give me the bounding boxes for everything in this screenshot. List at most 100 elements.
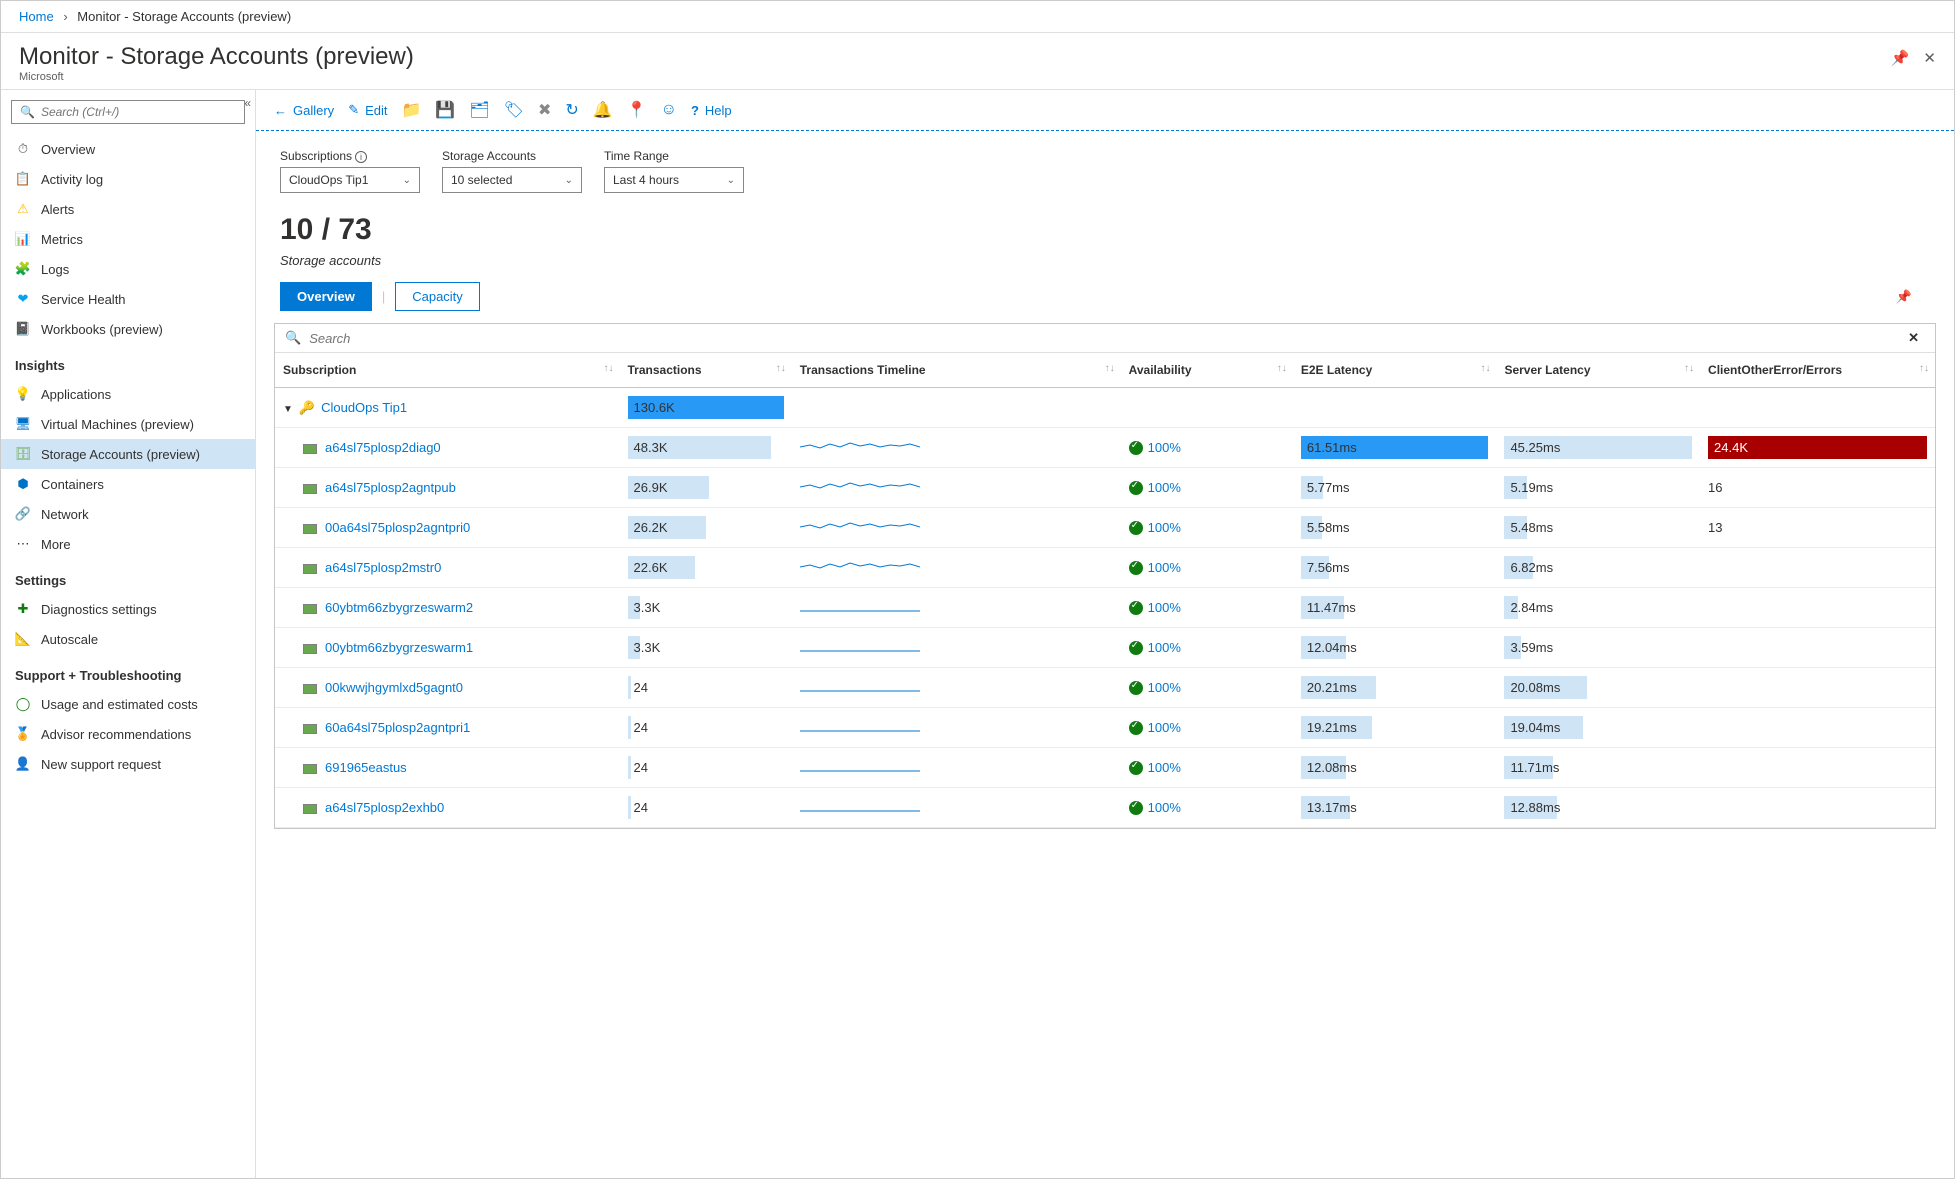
sidebar-item-activity-log[interactable]: 📋Activity log <box>1 164 255 194</box>
help-button[interactable]: ?Help <box>691 103 732 118</box>
storage-account-link[interactable]: a64sl75plosp2diag0 <box>325 440 441 455</box>
sidebar-item-diagnostics-settings[interactable]: ✚Diagnostics settings <box>1 594 255 624</box>
nav-icon: 📐 <box>15 631 31 647</box>
sidebar-item-label: Containers <box>41 477 104 492</box>
column-label: E2E Latency <box>1301 363 1372 377</box>
sidebar-item-autoscale[interactable]: 📐Autoscale <box>1 624 255 654</box>
info-icon[interactable]: i <box>355 151 367 163</box>
column-header[interactable]: E2E Latency ↑↓ <box>1293 353 1497 388</box>
section-settings: Settings <box>1 559 255 594</box>
cell-errors: 16 <box>1708 480 1722 495</box>
grid-search-input[interactable] <box>309 331 1902 346</box>
sort-icon[interactable]: ↑↓ <box>1277 363 1287 374</box>
table-group-row[interactable]: ▼🔑CloudOps Tip1130.6K <box>275 388 1935 428</box>
cell-availability[interactable]: 100% <box>1148 720 1181 735</box>
sidebar-item-overview[interactable]: ⏱Overview <box>1 134 255 164</box>
pin-toolbar-icon[interactable]: 📍 <box>627 100 647 120</box>
sort-icon[interactable]: ↑↓ <box>604 363 614 374</box>
storage-account-link[interactable]: 00ybtm66zbygrzeswarm1 <box>325 640 473 655</box>
feedback-icon[interactable]: ☺ <box>661 101 677 119</box>
cell-availability[interactable]: 100% <box>1148 480 1181 495</box>
search-icon: 🔍 <box>20 105 35 119</box>
pin-icon[interactable]: 📌 <box>1891 49 1910 67</box>
refresh-icon[interactable]: ↻ <box>565 100 578 120</box>
sparkline <box>800 519 920 533</box>
tag-icon[interactable]: 🏷 <box>504 100 524 120</box>
group-name[interactable]: CloudOps Tip1 <box>321 400 407 415</box>
tab-capacity[interactable]: Capacity <box>395 282 480 311</box>
tab-overview[interactable]: Overview <box>280 282 372 311</box>
column-label: ClientOtherError/Errors <box>1708 363 1842 377</box>
cell-availability[interactable]: 100% <box>1148 640 1181 655</box>
sort-icon[interactable]: ↑↓ <box>1480 363 1490 374</box>
sidebar-item-logs[interactable]: 🧩Logs <box>1 254 255 284</box>
column-label: Subscription <box>283 363 356 377</box>
cell-availability[interactable]: 100% <box>1148 520 1181 535</box>
cell-transactions: 130.6K <box>634 400 675 415</box>
cell-server-latency: 5.19ms <box>1510 480 1553 495</box>
sidebar-item-virtual-machines-preview-[interactable]: 🖥Virtual Machines (preview) <box>1 409 255 439</box>
sidebar-item-metrics[interactable]: 📊Metrics <box>1 224 255 254</box>
storage-account-link[interactable]: 00a64sl75plosp2agntpri0 <box>325 520 470 535</box>
storage-account-link[interactable]: 00kwwjhgymlxd5gagnt0 <box>325 680 463 695</box>
sort-icon[interactable]: ↑↓ <box>776 363 786 374</box>
notify-icon[interactable]: 🔔 <box>593 100 613 120</box>
sidebar-item-applications[interactable]: 💡Applications <box>1 379 255 409</box>
cell-server-latency: 45.25ms <box>1510 440 1560 455</box>
clear-search-icon[interactable]: ✕ <box>1902 330 1925 346</box>
nav-icon: ⚠ <box>15 201 31 217</box>
column-header[interactable]: Availability↑↓ <box>1121 353 1293 388</box>
edit-button[interactable]: ✎Edit <box>348 102 387 118</box>
sort-icon[interactable]: ↑↓ <box>1105 363 1115 374</box>
discard-icon[interactable]: ✖ <box>538 100 551 120</box>
cell-availability[interactable]: 100% <box>1148 440 1181 455</box>
storage-account-link[interactable]: 60a64sl75plosp2agntpri1 <box>325 720 470 735</box>
sidebar-collapse-icon[interactable]: « <box>244 96 251 110</box>
sidebar-search-input[interactable] <box>41 105 236 119</box>
column-header[interactable]: Transactions↑↓ <box>620 353 792 388</box>
storage-account-link[interactable]: a64sl75plosp2exhb0 <box>325 800 444 815</box>
storage-account-link[interactable]: a64sl75plosp2mstr0 <box>325 560 441 575</box>
cell-availability[interactable]: 100% <box>1148 800 1181 815</box>
open-icon[interactable]: 📁 <box>402 100 422 120</box>
close-icon[interactable]: ✕ <box>1923 49 1936 67</box>
column-header[interactable]: Server Latency↑↓ <box>1496 353 1700 388</box>
gallery-button[interactable]: ←Gallery <box>274 103 334 118</box>
sidebar-item-more[interactable]: ⋯More <box>1 529 255 559</box>
sparkline <box>800 599 920 613</box>
storage-accounts-select[interactable]: 10 selected⌄ <box>442 167 582 193</box>
cell-availability[interactable]: 100% <box>1148 560 1181 575</box>
storage-account-link[interactable]: a64sl75plosp2agntpub <box>325 480 456 495</box>
storage-account-link[interactable]: 60ybtm66zbygrzeswarm2 <box>325 600 473 615</box>
sidebar-item-advisor-recommendations[interactable]: 🏅Advisor recommendations <box>1 719 255 749</box>
expand-icon[interactable]: ▼ <box>283 404 293 415</box>
sidebar-item-alerts[interactable]: ⚠Alerts <box>1 194 255 224</box>
sidebar-item-storage-accounts-preview-[interactable]: 🗄Storage Accounts (preview) <box>1 439 255 469</box>
sidebar-item-service-health[interactable]: ❤Service Health <box>1 284 255 314</box>
sidebar-item-network[interactable]: 🔗Network <box>1 499 255 529</box>
column-header[interactable]: ClientOtherError/Errors ↑↓ <box>1700 353 1935 388</box>
table-row: a64sl75plosp2mstr022.6K100%7.56ms6.82ms <box>275 548 1935 588</box>
sort-icon[interactable]: ↑↓ <box>1919 363 1929 374</box>
sidebar-item-usage-and-estimated-costs[interactable]: ◯Usage and estimated costs <box>1 689 255 719</box>
sidebar-item-label: Network <box>41 507 89 522</box>
cell-availability[interactable]: 100% <box>1148 600 1181 615</box>
save-icon[interactable]: 💾 <box>435 100 455 120</box>
cell-availability[interactable]: 100% <box>1148 680 1181 695</box>
storage-account-link[interactable]: 691965eastus <box>325 760 407 775</box>
column-header[interactable]: Transactions Timeline↑↓ <box>792 353 1121 388</box>
subscriptions-select[interactable]: CloudOps Tip1⌄ <box>280 167 420 193</box>
sidebar-item-label: Virtual Machines (preview) <box>41 417 194 432</box>
sidebar-item-new-support-request[interactable]: 👤New support request <box>1 749 255 779</box>
pin-grid-icon[interactable]: 📌 <box>1896 289 1912 305</box>
sidebar-search[interactable]: 🔍 <box>11 100 245 124</box>
sort-icon[interactable]: ↑↓ <box>1684 363 1694 374</box>
timerange-select[interactable]: Last 4 hours⌄ <box>604 167 744 193</box>
column-header[interactable]: Subscription ↑↓ <box>275 353 620 388</box>
sidebar-item-containers[interactable]: ⬢Containers <box>1 469 255 499</box>
sidebar-item-workbooks-preview-[interactable]: 📓Workbooks (preview) <box>1 314 255 344</box>
saveas-icon[interactable]: 🗂 <box>469 100 489 120</box>
nav-icon: 📊 <box>15 231 31 247</box>
breadcrumb-home[interactable]: Home <box>19 9 54 24</box>
cell-availability[interactable]: 100% <box>1148 760 1181 775</box>
